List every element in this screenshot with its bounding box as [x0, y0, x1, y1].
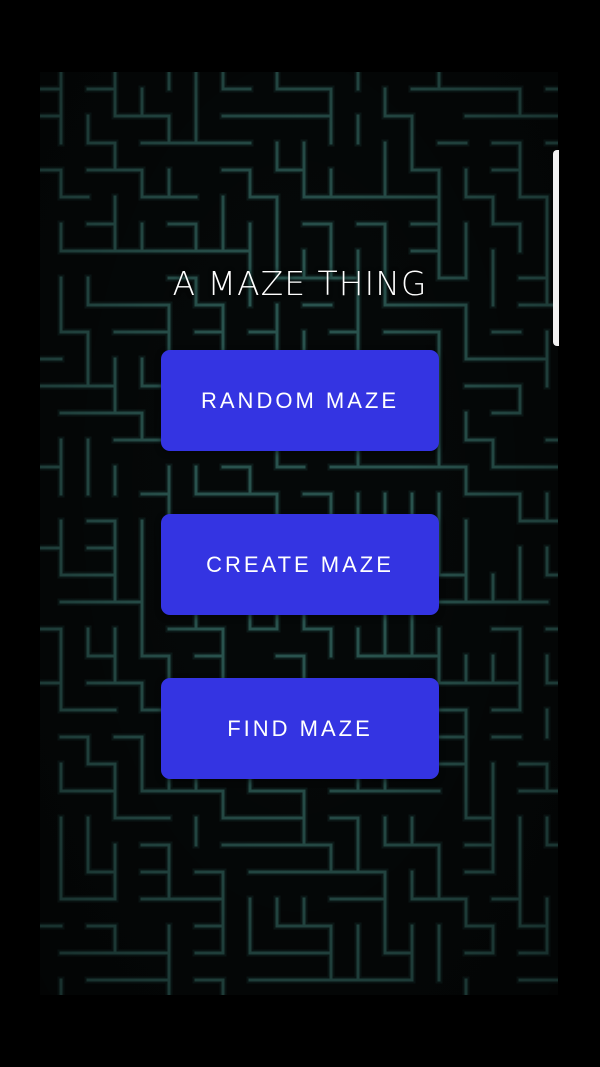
screen: A MAZE THING RANDOM MAZE CREATE MAZE FIN… [0, 0, 600, 1067]
create-maze-button[interactable]: CREATE MAZE [161, 514, 439, 615]
app-title: A MAZE THING [172, 264, 428, 303]
random-maze-button[interactable]: RANDOM MAZE [161, 350, 439, 451]
side-panel-edge[interactable] [553, 150, 559, 346]
find-maze-button[interactable]: FIND MAZE [161, 678, 439, 779]
